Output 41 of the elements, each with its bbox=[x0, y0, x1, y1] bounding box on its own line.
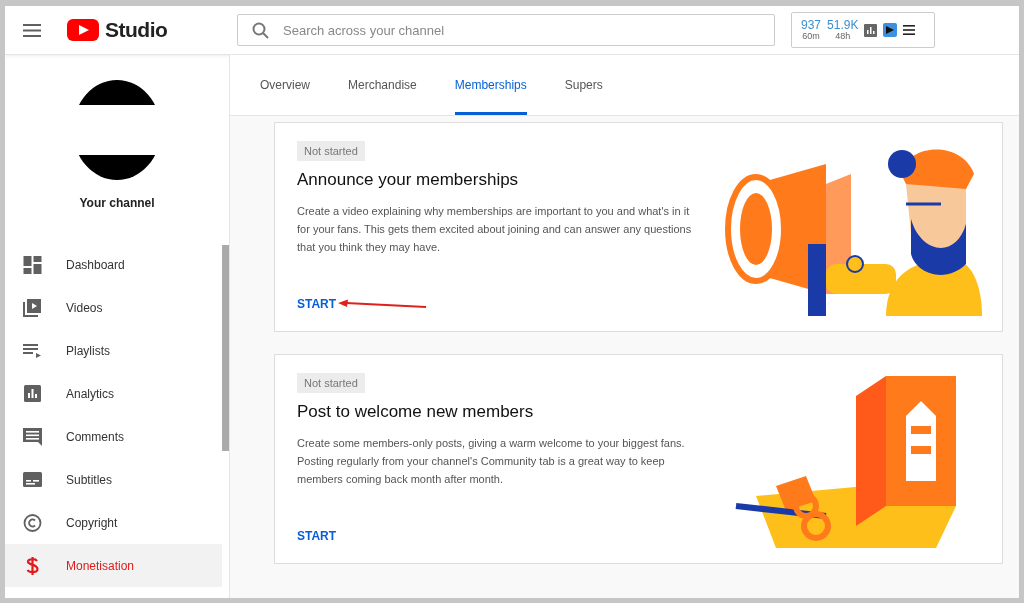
extension-icon[interactable] bbox=[883, 23, 898, 37]
sidebar-item[interactable]: Subtitles bbox=[5, 458, 222, 501]
copyright-icon bbox=[23, 513, 42, 532]
scrollbar[interactable] bbox=[222, 245, 229, 451]
channel-label: Your channel bbox=[78, 196, 156, 210]
tab[interactable]: Merchandise bbox=[348, 55, 417, 115]
sidebar-item[interactable]: Copyright bbox=[5, 501, 222, 544]
tab[interactable]: Supers bbox=[564, 55, 603, 115]
start-link[interactable]: START bbox=[297, 529, 337, 543]
sidebar-item[interactable]: Comments bbox=[5, 415, 222, 458]
tab[interactable]: Memberships bbox=[454, 55, 527, 115]
status-badge: Not started bbox=[297, 141, 365, 161]
sidebar-item[interactable]: Monetisation bbox=[5, 544, 222, 587]
sidebar-item[interactable]: Analytics bbox=[5, 372, 222, 415]
search-bar[interactable]: Search across your channel bbox=[237, 14, 775, 46]
card-title: Announce your memberships bbox=[297, 170, 519, 190]
comment-icon bbox=[23, 427, 42, 446]
card-title: Post to welcome new members bbox=[297, 402, 534, 422]
subtitles-icon bbox=[23, 472, 42, 487]
analytics-icon bbox=[23, 385, 42, 402]
sidebar-item[interactable]: Playlists bbox=[5, 329, 222, 372]
tab[interactable]: Overview bbox=[260, 55, 310, 115]
stat-period: 48h bbox=[835, 32, 851, 41]
menu-icon[interactable] bbox=[903, 25, 916, 35]
start-link[interactable]: START bbox=[297, 297, 337, 311]
menu-icon[interactable] bbox=[23, 23, 41, 37]
playlist-icon bbox=[23, 343, 42, 358]
play-logo-icon bbox=[67, 19, 99, 41]
sidebar-item[interactable]: Dashboard bbox=[5, 243, 222, 286]
card-description: Create some members-only posts, giving a warm welcome to your biggest fans. Posting regularly from your channel's Community tab is a great way to keep members coming back month after month. bbox=[297, 436, 686, 487]
bar-chart-icon[interactable] bbox=[864, 23, 878, 37]
stat-period: 60m bbox=[802, 32, 820, 41]
dashboard-icon bbox=[23, 255, 42, 274]
video-library-icon bbox=[23, 298, 42, 317]
search-icon bbox=[252, 21, 269, 39]
stat-value: 51.9K bbox=[827, 19, 859, 31]
sidebar-item[interactable]: Videos bbox=[5, 286, 222, 329]
studio-logo[interactable]: Studio bbox=[105, 18, 168, 42]
status-badge: Not started bbox=[297, 373, 365, 393]
card-description: Create a video explaining why memberships are important to you and what's in it for your fans. This gets them excited about joining and can answer any questions that you think they may have. bbox=[297, 204, 693, 255]
stat-value: 937 bbox=[801, 19, 822, 31]
